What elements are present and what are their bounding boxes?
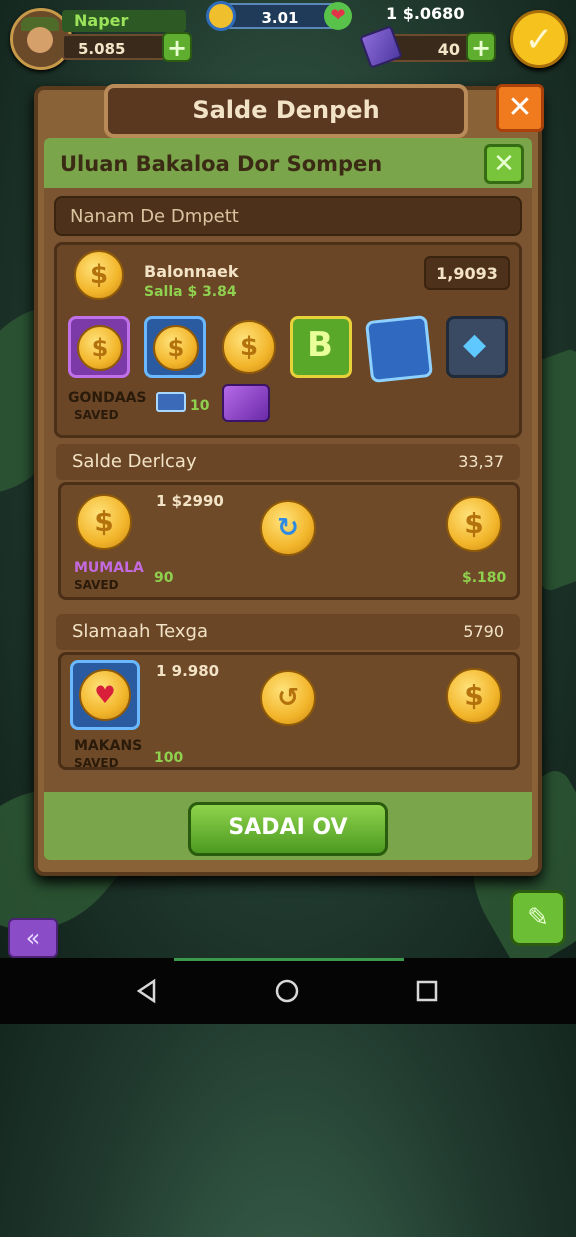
dialog-title: Salde Denpeh	[104, 84, 468, 138]
slot-label: GONDAAS	[68, 390, 147, 406]
nav-back-icon[interactable]	[134, 978, 160, 1004]
dollar-coin-icon: $	[153, 325, 199, 371]
swap-coin-icon[interactable]: ↻	[260, 500, 316, 556]
section-one-left-value: 90	[154, 570, 174, 586]
item-slot-coin-plain[interactable]: $	[218, 316, 280, 378]
item-slot-crystal[interactable]: ◆	[446, 316, 508, 378]
item-slot-coin-selected[interactable]: $	[144, 316, 206, 378]
section-two-label: MAKANS	[74, 738, 143, 754]
section-two-amount: 1 9.980	[156, 662, 220, 680]
face-icon	[27, 27, 53, 53]
balance-value: 1,9093	[424, 256, 510, 290]
swirl-coin-icon[interactable]: ↺	[260, 670, 316, 726]
section-header-two: Slamaah Texga 5790	[56, 614, 520, 650]
add-currency-button[interactable]: +	[162, 32, 192, 62]
top-hud: Naper 5.085 + 3.01 ❤ 1 $.0680 40 + ✓	[0, 0, 576, 80]
section-one-title: Salde Derlcay	[72, 451, 197, 472]
section-two-left-value: 100	[154, 750, 184, 766]
slot-sublabel: SAVED	[74, 408, 119, 422]
close-button[interactable]: ✕	[496, 84, 544, 132]
heart-add-icon[interactable]: ❤	[324, 2, 352, 30]
player-name: Naper	[62, 10, 186, 32]
balance-subtitle: Salla $ 3.84	[144, 284, 237, 300]
balance-title: Balonnaek	[144, 262, 239, 281]
gem-total: 1 $.0680	[386, 4, 465, 23]
item-slot-ruby-coin[interactable]: ♥	[70, 660, 140, 730]
tool-feather-button[interactable]: ✎	[510, 890, 566, 946]
dialog-subtitle: Uluan Bakaloa Dor Sompen	[44, 138, 532, 188]
player-currency: 5.085	[62, 34, 172, 60]
dollar-coin-icon: $	[446, 496, 502, 552]
subpanel-close-button[interactable]: ✕	[484, 144, 524, 184]
coin-icon	[206, 1, 236, 31]
crystal-icon: ◆	[463, 327, 487, 362]
dollar-coin-icon: $	[76, 494, 132, 550]
dollar-coin-icon: $	[74, 250, 124, 300]
mini-card-icon	[156, 392, 186, 412]
ruby-coin-icon: ♥	[79, 669, 131, 721]
section-two-sublabel: SAVED	[74, 756, 119, 770]
section-one-value: 33,37	[458, 452, 504, 471]
system-nav-bar	[0, 958, 576, 1024]
nav-home-icon[interactable]	[274, 978, 300, 1004]
section-one-label: MUMALA	[74, 560, 144, 576]
dollar-coin-icon: $	[446, 668, 502, 724]
section-header-one: Salde Derlcay 33,37	[56, 444, 520, 480]
item-slot-bonus[interactable]: B	[290, 316, 352, 378]
mini-value: 10	[190, 398, 210, 414]
back-arrow-button[interactable]: «	[8, 918, 58, 958]
item-slot-coin[interactable]: $	[68, 316, 130, 378]
search-field[interactable]: Nanam De Dmpett	[54, 196, 522, 236]
nav-recents-icon[interactable]	[414, 978, 440, 1004]
dollar-coin-icon: $	[77, 325, 123, 371]
section-one-amount: 1 $2990	[156, 492, 224, 510]
progress-line	[174, 958, 404, 961]
section-one-sublabel: SAVED	[74, 578, 119, 592]
confirm-check-button[interactable]: ✓	[510, 10, 568, 68]
wallet-icon	[222, 384, 270, 422]
dollar-coin-icon: $	[222, 320, 276, 374]
item-slot-card[interactable]	[364, 314, 434, 384]
section-one-right-value: $.180	[462, 570, 507, 586]
bonus-b-icon: B	[307, 325, 333, 365]
section-two-value: 5790	[463, 622, 504, 641]
section-two-title: Slamaah Texga	[72, 621, 208, 642]
action-button[interactable]: SADAI OV	[188, 802, 388, 856]
gem-icon	[359, 25, 403, 69]
add-gems-button[interactable]: +	[466, 32, 496, 62]
